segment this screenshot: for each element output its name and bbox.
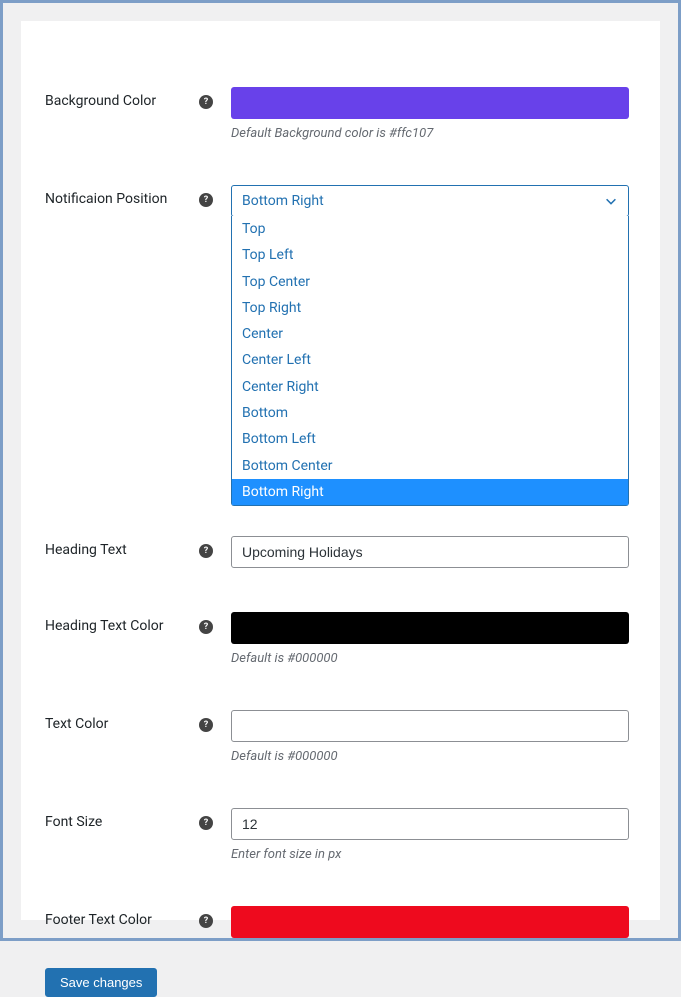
notification-position-select[interactable]: Bottom Right <box>231 185 629 217</box>
row-font-size: Font Size ? Enter font size in px <box>31 808 650 862</box>
row-heading-text: Heading Text ? <box>31 536 650 568</box>
help-icon[interactable]: ? <box>199 544 213 558</box>
row-heading-text-color: Heading Text Color ? Default is #000000 <box>31 612 650 666</box>
footer-text-color-swatch[interactable] <box>231 906 629 938</box>
font-size-hint: Enter font size in px <box>231 847 645 862</box>
text-color-hint: Default is #000000 <box>231 749 645 764</box>
option-bottom[interactable]: Bottom <box>232 400 628 426</box>
heading-text-input[interactable] <box>231 536 629 568</box>
option-bottom-center[interactable]: Bottom Center <box>232 453 628 479</box>
help-icon[interactable]: ? <box>199 718 213 732</box>
help-icon[interactable]: ? <box>199 95 213 109</box>
option-bottom-left[interactable]: Bottom Left <box>232 426 628 452</box>
help-icon[interactable]: ? <box>199 914 213 928</box>
help-icon[interactable]: ? <box>199 193 213 207</box>
help-icon[interactable]: ? <box>199 620 213 634</box>
label-heading-text-color: Heading Text Color <box>45 618 163 634</box>
font-size-input[interactable] <box>231 808 629 840</box>
help-icon[interactable]: ? <box>199 816 213 830</box>
option-top-right[interactable]: Top Right <box>232 295 628 321</box>
label-text-color: Text Color <box>45 716 108 732</box>
label-heading-text: Heading Text <box>45 542 127 558</box>
background-color-hint: Default Background color is #ffc107 <box>231 126 645 141</box>
row-background-color: Background Color ? Default Background co… <box>31 87 650 141</box>
option-top-center[interactable]: Top Center <box>232 269 628 295</box>
app-frame: Background Color ? Default Background co… <box>0 0 681 941</box>
option-top-left[interactable]: Top Left <box>232 242 628 268</box>
row-text-color: Text Color ? Default is #000000 <box>31 710 650 764</box>
heading-text-color-hint: Default is #000000 <box>231 651 645 666</box>
notification-position-dropdown: Top Top Left Top Center Top Right Center… <box>231 216 629 506</box>
row-notification-position: Notificaion Position ? Bottom Right Top … <box>31 185 650 506</box>
heading-text-color-swatch[interactable] <box>231 612 629 644</box>
label-background-color: Background Color <box>45 93 156 109</box>
chevron-down-icon <box>604 194 618 208</box>
option-top[interactable]: Top <box>232 216 628 242</box>
background-color-swatch[interactable] <box>231 87 629 119</box>
option-center-right[interactable]: Center Right <box>232 374 628 400</box>
save-button[interactable]: Save changes <box>45 968 157 997</box>
label-notification-position: Notificaion Position <box>45 191 167 207</box>
label-font-size: Font Size <box>45 814 102 830</box>
option-center-left[interactable]: Center Left <box>232 347 628 373</box>
select-value: Bottom Right <box>242 193 324 209</box>
label-footer-text-color: Footer Text Color <box>45 912 152 928</box>
settings-panel: Background Color ? Default Background co… <box>21 21 660 920</box>
text-color-swatch[interactable] <box>231 710 629 742</box>
option-bottom-right[interactable]: Bottom Right <box>232 479 628 505</box>
option-center[interactable]: Center <box>232 321 628 347</box>
row-footer-text-color: Footer Text Color ? <box>31 906 650 938</box>
